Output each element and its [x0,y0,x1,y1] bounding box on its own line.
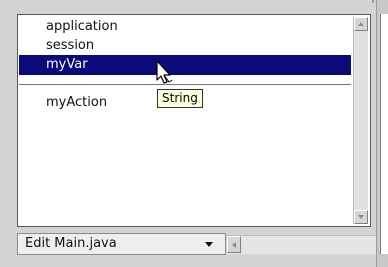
list-separator [19,84,351,85]
list-item-label: session [46,38,95,53]
list-item-label: myVar [46,57,88,72]
list-item-myvar[interactable]: myVar [19,55,351,75]
arrow-pointer-icon [156,60,173,84]
chevron-down-icon [358,215,364,219]
action-select-value: Edit Main.java [25,236,117,251]
scroll-left-button[interactable] [227,236,241,253]
horizontal-scrollbar[interactable] [227,235,376,254]
list-item-label: application [46,19,118,34]
type-tooltip: String [157,89,203,108]
adjacent-panel-content [380,14,388,254]
chevron-up-icon [358,22,364,26]
list-item-application[interactable]: application [19,17,351,37]
bottom-toolbar: Edit Main.java [17,233,376,255]
action-select[interactable]: Edit Main.java [17,233,226,255]
chevron-left-icon [232,242,236,248]
dropdown-arrow-icon[interactable] [205,242,213,247]
scroll-up-button[interactable] [354,17,368,31]
adjacent-panel-edge [376,0,388,267]
variable-list[interactable]: application session myVar myAction [17,14,371,227]
scroll-down-button[interactable] [354,210,368,224]
list-item-label: myAction [46,95,108,110]
top-edge-tick [372,0,374,3]
vertical-scrollbar[interactable] [353,17,368,224]
tooltip-text: String [162,91,198,105]
list-item-session[interactable]: session [19,36,351,56]
